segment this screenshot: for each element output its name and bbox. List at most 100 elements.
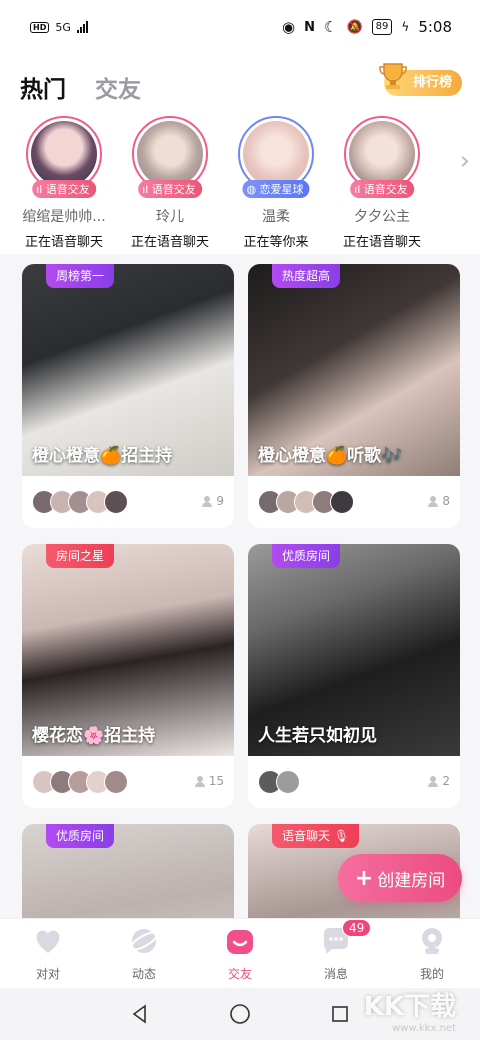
story-name: 温柔 [262, 209, 290, 225]
create-room-label: 创建房间 [377, 870, 446, 891]
nav-item-friends[interactable]: 交友 [192, 919, 288, 988]
heart-icon [36, 930, 60, 953]
nav-label: 消息 [323, 967, 348, 981]
avatar [243, 121, 309, 187]
status-right: ◉ N ☾ 🔕 89 ϟ 5:08 [282, 18, 452, 36]
create-room-button[interactable]: + 创建房间 [338, 854, 462, 902]
live-stories-row: ıl 语音交友 绾绾是帅帅... 正在语音聊天 ıl 语音交友 玲儿 正在语音聊… [0, 114, 480, 254]
person-icon [428, 775, 439, 787]
story-avatar-ring: ◍ 恋爱星球 [238, 116, 314, 198]
story-badge-label: 恋爱星球 [259, 183, 304, 196]
story-item[interactable]: ıl 语音交友 玲儿 正在语音聊天 [118, 116, 222, 250]
nav-label: 对对 [35, 967, 60, 981]
person-icon [202, 495, 213, 507]
member-count-value: 8 [442, 494, 450, 508]
network-type: 5G [55, 20, 71, 34]
story-badge-label: 语音交友 [363, 183, 408, 196]
moon-icon: ☾ [324, 18, 338, 36]
lightning-icon: ϟ [401, 20, 410, 34]
room-cover-image: 周榜第一 橙心橙意🍊招主持 [22, 264, 234, 476]
status-bar: HD 5G ◉ N ☾ 🔕 89 ϟ 5:08 [0, 0, 480, 54]
member-count: 8 [428, 494, 450, 508]
member-count: 2 [428, 774, 450, 788]
member-avatars [32, 490, 128, 514]
room-tag: 周榜第一 [46, 264, 115, 288]
story-status: 正在等你来 [243, 235, 309, 250]
room-card[interactable]: 房间之星 樱花恋🌸招主持 15 [22, 544, 234, 808]
room-title: 樱花恋🌸招主持 [32, 726, 156, 746]
avatar [276, 770, 300, 794]
story-badge: ıl 语音交友 [32, 180, 96, 198]
nav-label: 交友 [227, 967, 252, 981]
nav-label: 动态 [131, 967, 156, 981]
avatar [104, 490, 128, 514]
signal-icon [76, 21, 88, 33]
room-card[interactable]: 热度超高 橙心橙意🍊听歌🎶 8 [248, 264, 460, 528]
story-name: 夕夕公主 [354, 209, 410, 225]
story-item[interactable]: ıl 语音交友 绾绾是帅帅... 正在语音聊天 [12, 116, 116, 250]
ranking-label: 排行榜 [412, 75, 452, 90]
home-circle-icon[interactable] [229, 1003, 251, 1025]
watermark-url: www.kkx.net [392, 1023, 456, 1034]
microphone-icon: 🎙 [333, 829, 350, 843]
room-card[interactable]: 优质房间 [22, 824, 234, 918]
member-count-value: 15 [208, 774, 224, 788]
system-navigation-bar: KK下载 www.kkx.net [0, 988, 480, 1040]
room-footer: 8 [248, 476, 460, 528]
clock: 5:08 [418, 18, 452, 36]
room-tag: 优质房间 [46, 824, 115, 848]
tab-friends[interactable]: 交友 [95, 70, 141, 104]
person-icon [194, 775, 205, 787]
story-name: 玲儿 [156, 209, 184, 225]
hd-badge: HD [30, 21, 50, 33]
room-footer: 2 [248, 756, 460, 808]
eye-icon: ◉ [282, 18, 296, 36]
story-badge: ◍ 恋爱星球 [242, 180, 310, 198]
room-title: 人生若只如初见 [258, 726, 377, 746]
room-card[interactable]: 优质房间 人生若只如初见 2 [248, 544, 460, 808]
recents-square-icon[interactable] [330, 1004, 350, 1024]
battery-indicator: 89 [371, 19, 393, 35]
room-tag: 热度超高 [272, 264, 341, 288]
member-count-value: 2 [442, 774, 450, 788]
status-left: HD 5G [30, 21, 88, 34]
nav-item-feed[interactable]: 动态 [96, 919, 192, 988]
story-item[interactable]: ıl 语音交友 夕夕公主 正在语音聊天 [330, 116, 434, 250]
member-count-value: 9 [216, 494, 224, 508]
member-count: 15 [194, 774, 224, 788]
room-footer: 9 [22, 476, 234, 528]
mute-icon: 🔕 [346, 19, 363, 35]
profile-icon [422, 928, 442, 954]
trophy-icon [379, 63, 407, 89]
chevron-right-icon[interactable]: › [460, 146, 470, 176]
ranking-button[interactable]: 排行榜 [379, 63, 462, 96]
plus-icon: + [354, 865, 374, 891]
nav-item-messages[interactable]: 49 消息 [288, 919, 384, 988]
story-status: 正在语音聊天 [130, 235, 209, 250]
planet-icon [129, 929, 159, 953]
bottom-navigation: 对对 动态 交友 49 消息 我的 [0, 918, 480, 988]
room-title: 橙心橙意🍊听歌🎶 [258, 446, 403, 466]
member-avatars [32, 770, 128, 794]
story-item[interactable]: ◍ 恋爱星球 温柔 正在等你来 [224, 116, 328, 250]
room-tag-label: 语音聊天 [282, 829, 331, 843]
tab-hot[interactable]: 热门 [20, 70, 66, 104]
room-cover-image: 优质房间 人生若只如初见 [248, 544, 460, 756]
avatar [104, 770, 128, 794]
watermark-text: KK下载 [363, 992, 456, 1022]
room-card[interactable]: 周榜第一 橙心橙意🍊招主持 9 [22, 264, 234, 528]
nfc-icon: N [304, 19, 316, 35]
room-tag: 优质房间 [272, 544, 341, 568]
room-title: 橙心橙意🍊招主持 [32, 446, 173, 466]
story-status: 正在语音聊天 [342, 235, 421, 250]
story-avatar-ring: ıl 语音交友 [26, 116, 102, 198]
member-count: 9 [202, 494, 224, 508]
room-cover-image: 房间之星 樱花恋🌸招主持 [22, 544, 234, 756]
story-badge: ıl 语音交友 [138, 180, 202, 198]
member-avatars [258, 490, 354, 514]
nav-item-profile[interactable]: 我的 [384, 919, 480, 988]
avatar [137, 121, 203, 187]
top-header: 热门 交友 排行榜 [0, 54, 480, 114]
back-triangle-icon[interactable] [130, 1004, 150, 1024]
nav-item-duidui[interactable]: 对对 [0, 919, 96, 988]
